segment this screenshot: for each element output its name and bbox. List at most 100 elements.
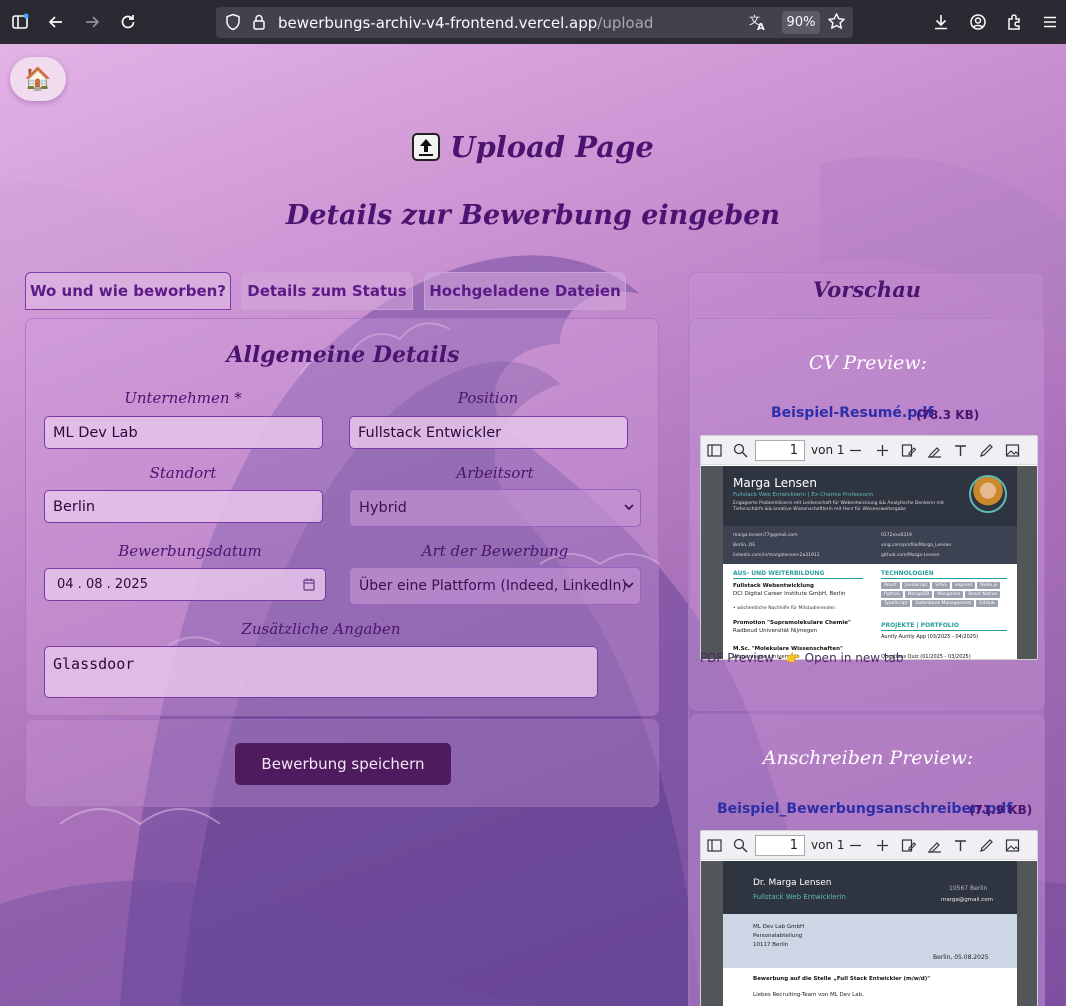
image-icon[interactable] <box>1005 838 1020 853</box>
tech-tag: Python <box>881 591 903 598</box>
home-icon: 🏠 <box>24 66 52 92</box>
position-input[interactable]: Fullstack Entwickler <box>349 416 628 449</box>
form-panel: Allgemeine Details Unternehmen * ML Dev … <box>25 318 659 716</box>
cv-document: Marga Lensen Fullstack Web Entwicklerin … <box>723 466 1017 659</box>
letter-preview-title: Anschreiben Preview: <box>762 747 974 769</box>
letter-filesize: (71.9 KB) <box>969 803 1033 817</box>
address-bar[interactable]: bewerbungs-archiv-v4-frontend.vercel.app… <box>216 7 853 38</box>
location-input[interactable]: Berlin <box>44 490 323 523</box>
tech-tag: MongoDB <box>904 591 933 598</box>
cv-preview-card: CV Preview: Beispiel-Resumé.pdf (78.3 KB… <box>689 318 1045 711</box>
bookmark-star-icon[interactable] <box>827 12 846 35</box>
tech-tag: Datenbank Management <box>912 600 975 607</box>
sidebar-toggle-icon[interactable] <box>707 838 722 853</box>
cv-filesize: (78.3 KB) <box>916 408 980 422</box>
save-button[interactable]: Bewerbung speichern <box>235 743 451 785</box>
worktype-select[interactable]: Hybrid <box>349 489 641 527</box>
draw-icon[interactable] <box>979 443 994 458</box>
highlight-icon[interactable] <box>927 443 942 458</box>
sidebar-toggle-icon[interactable] <box>6 8 34 36</box>
tab-where-how[interactable]: Wo und wie beworben? <box>25 272 231 310</box>
tech-tag: GitHub <box>976 600 998 607</box>
apptype-select[interactable]: Über eine Plattform (Indeed, LinkedIn) <box>349 567 641 605</box>
profile-photo <box>969 475 1007 513</box>
pdf-toolbar: 1 von 1 <box>701 831 1037 860</box>
tech-tag: Node.js <box>977 582 1001 589</box>
letter-preview-card: Anschreiben Preview: Beispiel_Bewerbungs… <box>689 714 1045 1006</box>
cv-header: Marga Lensen Fullstack Web Entwicklerin … <box>723 466 1017 526</box>
tech-tag: React Native <box>965 591 1000 598</box>
shield-icon[interactable] <box>225 13 241 35</box>
reload-icon[interactable] <box>114 8 142 36</box>
cv-preview-title: CV Preview: <box>808 352 928 374</box>
zoom-out-icon[interactable] <box>848 838 863 853</box>
url-text[interactable]: bewerbungs-archiv-v4-frontend.vercel.app… <box>278 14 653 32</box>
pdf-page-view[interactable]: Dr. Marga Lensen Fullstack Web Entwickle… <box>701 861 1037 1006</box>
page-title: Upload Page <box>0 130 1066 164</box>
pdf-toolbar: 1 von 1 <box>701 436 1037 465</box>
chevron-down-icon <box>624 582 634 589</box>
company-label: Unternehmen * <box>124 389 242 407</box>
zoom-in-icon[interactable] <box>875 838 890 853</box>
upload-icon <box>412 133 441 161</box>
zoom-out-icon[interactable] <box>848 443 863 458</box>
worktype-label: Arbeitsort <box>456 464 534 482</box>
letter-header: Dr. Marga Lensen Fullstack Web Entwickle… <box>723 861 1017 914</box>
open-in-new-tab-link[interactable]: PDF Preview - 👉 Open in new tab <box>700 651 904 665</box>
tech-tag: SASS <box>932 582 950 589</box>
zoom-level-badge[interactable]: 90% <box>782 11 820 34</box>
cv-filename-link[interactable]: Beispiel-Resumé.pdf <box>771 405 933 421</box>
svg-text:A: A <box>757 22 765 31</box>
position-label: Position <box>457 389 519 407</box>
date-label: Bewerbungsdatum <box>118 542 262 560</box>
cv-pdf-viewer: 1 von 1 Marga Lensen Fullstack Web Entwi… <box>700 435 1038 660</box>
letter-address-block: ML Dev Lab GmbH Personalabteilung 10117 … <box>723 914 1017 968</box>
tech-tag: JavaScript <box>901 582 931 589</box>
text-icon[interactable] <box>953 443 968 458</box>
date-value: 04 . 08 . 2025 <box>57 577 148 592</box>
menu-icon[interactable] <box>1036 8 1064 36</box>
back-icon[interactable] <box>42 8 70 36</box>
chevron-down-icon <box>624 504 634 511</box>
company-input[interactable]: ML Dev Lab <box>44 416 323 449</box>
translate-icon[interactable]: 文A <box>749 13 767 35</box>
tech-tag: Mongoose <box>934 591 964 598</box>
page-number-input[interactable]: 1 <box>755 440 805 461</box>
image-icon[interactable] <box>1005 443 1020 458</box>
extra-textarea[interactable]: Glassdoor <box>44 646 598 698</box>
pdf-page-view[interactable]: Marga Lensen Fullstack Web Entwicklerin … <box>701 466 1037 659</box>
page-count: von 1 <box>811 838 845 852</box>
text-icon[interactable] <box>953 838 968 853</box>
page-count: von 1 <box>811 443 845 457</box>
preview-title: Vorschau <box>812 277 922 302</box>
worktype-value: Hybrid <box>359 500 407 516</box>
location-label: Standort <box>149 464 217 482</box>
page-content: 🏠 Upload Page Details zur Bewerbung eing… <box>0 44 1066 1006</box>
section-title: Details zur Bewerbung eingeben <box>285 200 781 231</box>
browser-toolbar: bewerbungs-archiv-v4-frontend.vercel.app… <box>0 0 1066 44</box>
preview-panel: Vorschau CV Preview: Beispiel-Resumé.pdf… <box>688 272 1045 1006</box>
account-icon[interactable] <box>964 8 992 36</box>
highlight-icon[interactable] <box>927 838 942 853</box>
zoom-in-icon[interactable] <box>875 443 890 458</box>
extensions-icon[interactable] <box>1000 8 1028 36</box>
search-icon[interactable] <box>733 443 748 458</box>
search-icon[interactable] <box>733 838 748 853</box>
date-input[interactable]: 04 . 08 . 2025 <box>44 568 326 601</box>
form-heading: Allgemeine Details <box>226 342 460 368</box>
letter-pdf-viewer: 1 von 1 Dr. Marga Lensen Fullstack Web E… <box>700 830 1038 1006</box>
sidebar-toggle-icon[interactable] <box>707 443 722 458</box>
page-edit-icon[interactable] <box>901 838 916 853</box>
forward-icon[interactable] <box>78 8 106 36</box>
lock-icon[interactable] <box>251 13 267 35</box>
tab-status-details[interactable]: Details zum Status <box>241 272 413 310</box>
downloads-icon[interactable] <box>927 8 955 36</box>
tech-tag-list: React JavaScript SASS express Node.js Python M… <box>881 582 1009 607</box>
home-button[interactable]: 🏠 <box>10 57 66 101</box>
draw-icon[interactable] <box>979 838 994 853</box>
save-panel: Bewerbung speichern <box>25 719 659 807</box>
page-number-input[interactable]: 1 <box>755 835 805 856</box>
page-edit-icon[interactable] <box>901 443 916 458</box>
tab-uploaded-files[interactable]: Hochgeladene Dateien <box>424 272 626 310</box>
calendar-icon[interactable] <box>303 578 315 591</box>
